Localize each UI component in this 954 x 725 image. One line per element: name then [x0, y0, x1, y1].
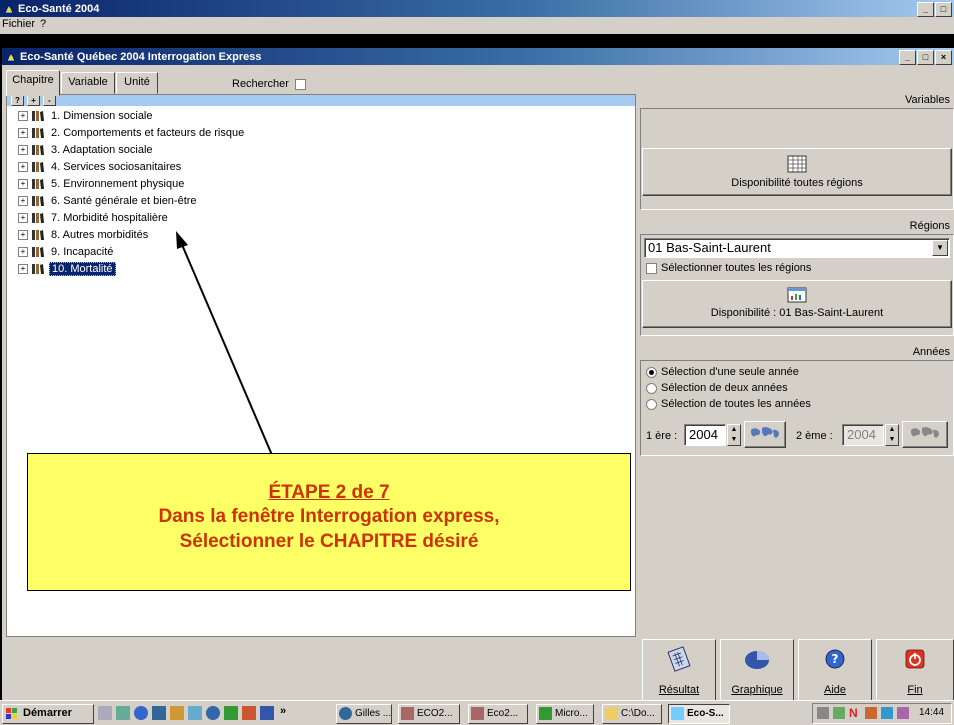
excel-icon[interactable]	[224, 706, 238, 720]
instruction-callout: ÉTAPE 2 de 7 Dans la fenêtre Interrogati…	[27, 453, 631, 591]
tray-icon[interactable]	[865, 707, 877, 719]
app-icon	[671, 707, 684, 720]
callout-line2: Dans la fenêtre Interrogation express,	[158, 506, 500, 527]
tray-icon[interactable]: N	[849, 706, 858, 720]
taskbar-item[interactable]: ECO2...	[398, 704, 460, 724]
taskbar-item-label: Micro...	[555, 708, 588, 719]
app-icon	[401, 707, 414, 720]
taskbar-item[interactable]: C:\Do...	[602, 704, 662, 724]
tray-icon[interactable]	[817, 707, 829, 719]
windows-logo-icon	[6, 708, 17, 719]
taskbar-item[interactable]: Micro...	[536, 704, 594, 724]
tab-chapitre-label: Chapitre	[12, 74, 54, 86]
tab-chapitre[interactable]: Chapitre	[6, 70, 60, 96]
tray-icon[interactable]	[881, 707, 893, 719]
tray-icon[interactable]	[833, 707, 845, 719]
taskbar-item[interactable]: Gilles ...	[336, 704, 392, 724]
tray-icon[interactable]	[897, 707, 909, 719]
callout-line3: Sélectionner le CHAPITRE désiré	[179, 531, 479, 552]
folder-icon	[605, 707, 618, 720]
clock: 14:44	[919, 707, 945, 718]
taskbar-item-label: ECO2...	[417, 708, 453, 719]
ie-icon[interactable]	[134, 706, 148, 720]
start-button[interactable]: Démarrer	[2, 704, 94, 724]
system-tray: N 14:44	[812, 703, 952, 724]
taskbar-item-label: Eco-S...	[687, 708, 724, 719]
quick-launch-icon[interactable]	[170, 706, 184, 720]
quick-launch-icon[interactable]	[188, 706, 202, 720]
quick-launch: »	[96, 701, 326, 725]
taskbar-item-label: C:\Do...	[621, 708, 655, 719]
quick-launch-icon[interactable]	[206, 706, 220, 720]
taskbar-item-label: Eco2...	[487, 708, 519, 719]
quick-launch-icon[interactable]	[98, 706, 112, 720]
taskbar-item-active[interactable]: Eco-S...	[668, 704, 730, 724]
quick-launch-icon[interactable]	[116, 706, 130, 720]
callout-step: ÉTAPE 2 de 7	[268, 482, 390, 503]
more-icon[interactable]: »	[280, 705, 286, 717]
start-label: Démarrer	[23, 707, 72, 719]
app-icon	[539, 707, 552, 720]
callout-arrow	[176, 231, 273, 456]
quick-launch-icon[interactable]	[152, 706, 166, 720]
app-icon	[471, 707, 484, 720]
powerpoint-icon[interactable]	[242, 706, 256, 720]
word-icon[interactable]	[260, 706, 274, 720]
taskbar-item[interactable]: Eco2...	[468, 704, 528, 724]
app-icon	[339, 707, 352, 720]
taskbar-item-label: Gilles ...	[355, 708, 392, 719]
taskbar: Démarrer » Gilles ... ECO2... Eco2... Mi…	[0, 700, 954, 725]
